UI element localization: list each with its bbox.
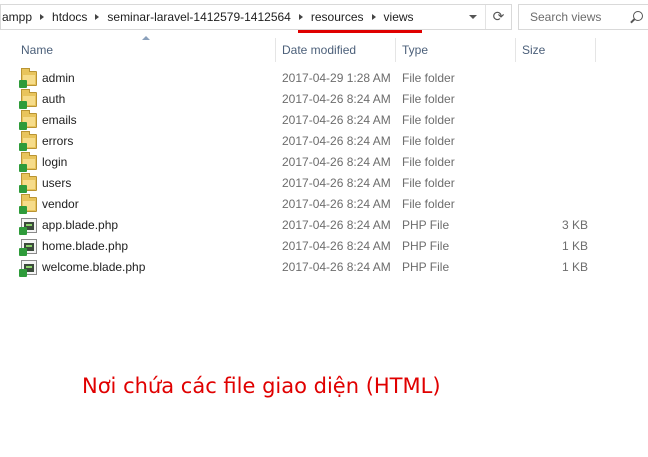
file-name: users [42, 176, 72, 190]
red-underline-highlight [298, 30, 422, 33]
file-type: File folder [402, 71, 455, 85]
sync-check-icon [19, 143, 27, 151]
php-file-icon [19, 260, 37, 277]
file-name: auth [42, 92, 66, 106]
folder-icon [19, 110, 37, 130]
folder-icon [19, 68, 37, 88]
file-row[interactable]: users 2017-04-26 8:24 AM File folder [18, 173, 648, 194]
breadcrumb-item-resources[interactable]: resources [307, 5, 368, 29]
file-type: File folder [402, 113, 455, 127]
breadcrumb-item-views[interactable]: views [380, 5, 418, 29]
folder-icon [19, 173, 37, 193]
file-row[interactable]: admin 2017-04-29 1:28 AM File folder [18, 68, 648, 89]
annotation-text: Nơi chứa các file giao diện (HTML) [82, 374, 441, 398]
chevron-right-icon[interactable] [295, 5, 307, 29]
column-header-name[interactable]: Name [21, 38, 53, 62]
sort-ascending-icon [142, 36, 151, 42]
file-size: 1 KB [561, 239, 588, 253]
sync-check-icon [19, 80, 27, 88]
column-divider[interactable] [395, 38, 396, 62]
breadcrumb-item-htdocs[interactable]: htdocs [48, 5, 91, 29]
file-type: PHP File [402, 218, 450, 232]
chevron-right-icon[interactable] [36, 5, 48, 29]
file-type: File folder [402, 155, 455, 169]
sync-check-icon [19, 248, 27, 256]
file-date-modified: 2017-04-26 8:24 AM [282, 155, 391, 169]
file-date-modified: 2017-04-26 8:24 AM [282, 239, 391, 253]
file-type: PHP File [402, 260, 450, 274]
php-file-icon [19, 239, 37, 256]
file-row[interactable]: emails 2017-04-26 8:24 AM File folder [18, 110, 648, 131]
file-name: app.blade.php [42, 218, 119, 232]
column-divider[interactable] [595, 38, 596, 62]
file-row[interactable]: errors 2017-04-26 8:24 AM File folder [18, 131, 648, 152]
sync-check-icon [19, 227, 27, 235]
file-date-modified: 2017-04-26 8:24 AM [282, 134, 391, 148]
file-size: 1 KB [561, 260, 588, 274]
php-file-icon [19, 218, 37, 235]
search-input[interactable]: Search views [518, 4, 648, 30]
column-header-type[interactable]: Type [402, 38, 428, 62]
breadcrumb-item-ampp[interactable]: ampp [1, 5, 36, 29]
sync-check-icon [19, 185, 27, 193]
file-date-modified: 2017-04-29 1:28 AM [282, 71, 391, 85]
file-name: home.blade.php [42, 239, 129, 253]
column-divider[interactable] [275, 38, 276, 62]
column-divider[interactable] [515, 38, 516, 62]
file-name: errors [42, 134, 74, 148]
folder-icon [19, 131, 37, 151]
file-name: vendor [42, 197, 79, 211]
breadcrumb-item-project[interactable]: seminar-laravel-1412579-1412564 [103, 5, 294, 29]
file-type: File folder [402, 92, 455, 106]
search-icon[interactable] [633, 11, 643, 21]
file-type: File folder [402, 176, 455, 190]
address-bar[interactable]: ampp htdocs seminar-laravel-1412579-1412… [0, 4, 512, 30]
file-name: emails [42, 113, 77, 127]
file-date-modified: 2017-04-26 8:24 AM [282, 197, 391, 211]
sync-check-icon [19, 269, 27, 277]
file-row[interactable]: app.blade.php 2017-04-26 8:24 AM PHP File 3… [18, 215, 648, 236]
folder-icon [19, 152, 37, 172]
file-type: PHP File [402, 239, 450, 253]
file-date-modified: 2017-04-26 8:24 AM [282, 260, 391, 274]
breadcrumb: ampp htdocs seminar-laravel-1412579-1412… [1, 5, 418, 29]
file-date-modified: 2017-04-26 8:24 AM [282, 218, 391, 232]
file-row[interactable]: welcome.blade.php 2017-04-26 8:24 AM PHP F… [18, 257, 648, 278]
file-date-modified: 2017-04-26 8:24 AM [282, 92, 391, 106]
file-date-modified: 2017-04-26 8:24 AM [282, 176, 391, 190]
file-size: 3 KB [561, 218, 588, 232]
search-placeholder: Search views [530, 10, 602, 24]
file-name: login [42, 155, 68, 169]
file-row[interactable]: auth 2017-04-26 8:24 AM File folder [18, 89, 648, 110]
file-row[interactable]: home.blade.php 2017-04-26 8:24 AM PHP File… [18, 236, 648, 257]
file-date-modified: 2017-04-26 8:24 AM [282, 113, 391, 127]
file-row[interactable]: vendor 2017-04-26 8:24 AM File folder [18, 194, 648, 215]
column-header-size[interactable]: Size [522, 38, 545, 62]
sync-check-icon [19, 206, 27, 214]
chevron-right-icon[interactable] [368, 5, 380, 29]
file-name: admin [42, 71, 75, 85]
file-name: welcome.blade.php [42, 260, 146, 274]
folder-icon [19, 194, 37, 214]
address-history-dropdown-icon[interactable] [463, 5, 483, 29]
file-type: File folder [402, 134, 455, 148]
chevron-right-icon[interactable] [91, 5, 103, 29]
folder-icon [19, 89, 37, 109]
refresh-icon[interactable]: ⟳ [485, 5, 511, 29]
sync-check-icon [19, 122, 27, 130]
file-type: File folder [402, 197, 455, 211]
column-header-date-modified[interactable]: Date modified [282, 38, 356, 62]
sync-check-icon [19, 101, 27, 109]
sync-check-icon [19, 164, 27, 172]
file-row[interactable]: login 2017-04-26 8:24 AM File folder [18, 152, 648, 173]
